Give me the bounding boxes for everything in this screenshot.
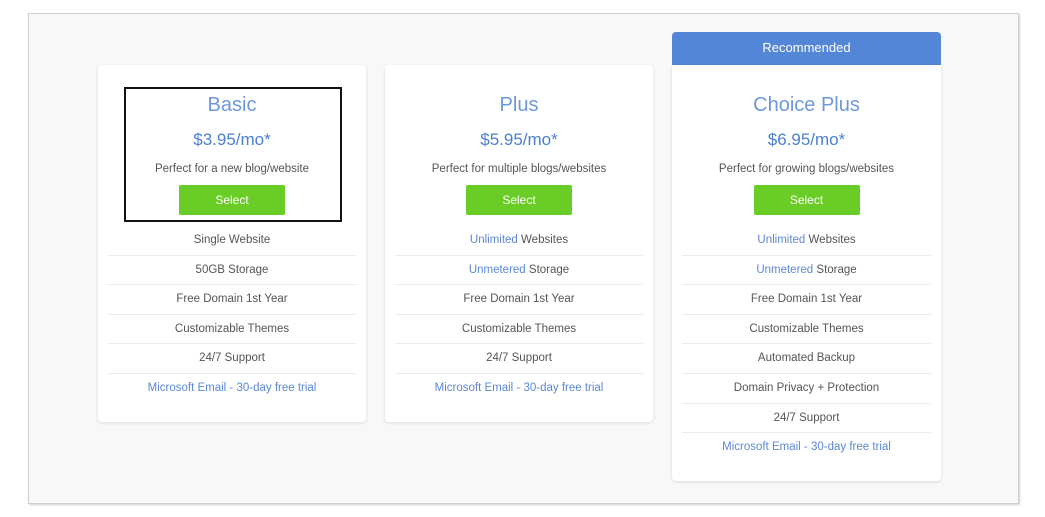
feature-item: Unmetered Storage bbox=[395, 256, 643, 286]
microsoft-email-link[interactable]: Microsoft Email - 30-day free trial bbox=[395, 374, 643, 404]
select-plus-button[interactable]: Select bbox=[466, 185, 572, 215]
feature-highlight: Unlimited bbox=[469, 234, 518, 246]
feature-item: Unlimited Websites bbox=[682, 226, 931, 256]
feature-item: Unlimited Websites bbox=[395, 226, 643, 256]
feature-item: Customizable Themes bbox=[108, 315, 356, 345]
feature-highlight: Unmetered bbox=[756, 263, 814, 276]
feature-item: Domain Privacy + Protection bbox=[682, 374, 931, 404]
feature-list: Single Website 50GB Storage Free Domain … bbox=[108, 226, 356, 404]
feature-item: Customizable Themes bbox=[682, 315, 931, 345]
feature-item: 24/7 Support bbox=[108, 344, 356, 374]
feature-item: Unmetered Storage bbox=[682, 256, 931, 286]
feature-text: Storage bbox=[813, 263, 857, 276]
feature-item: Free Domain 1st Year bbox=[108, 285, 356, 315]
feature-text: Free Domain 1st Year bbox=[750, 293, 863, 306]
feature-item: 24/7 Support bbox=[682, 404, 931, 434]
plan-card-plus: Plus $5.95/mo* Perfect for multiple blog… bbox=[385, 65, 653, 422]
feature-item: Automated Backup bbox=[682, 344, 931, 374]
plan-price: $6.95/mo* bbox=[767, 130, 846, 149]
plan-name: Choice Plus bbox=[753, 94, 860, 116]
feature-item: Single Website bbox=[108, 226, 356, 256]
feature-text: Customizable Themes bbox=[461, 322, 577, 335]
feature-text: Free Domain 1st Year bbox=[176, 293, 288, 306]
feature-list: Unlimited Websites Unmetered Storage Fre… bbox=[395, 226, 643, 404]
feature-list: Unlimited Websites Unmetered Storage Fre… bbox=[682, 226, 931, 463]
feature-highlight: Unmetered bbox=[468, 263, 526, 276]
microsoft-email-link[interactable]: Microsoft Email - 30-day free trial bbox=[682, 433, 931, 463]
feature-item: 50GB Storage bbox=[108, 256, 356, 286]
feature-text: 24/7 Support bbox=[773, 411, 840, 424]
plan-name: Plus bbox=[499, 94, 539, 116]
feature-item: Customizable Themes bbox=[395, 315, 643, 345]
feature-text: 24/7 Support bbox=[199, 352, 265, 365]
feature-text: Domain Privacy + Protection bbox=[733, 381, 880, 394]
feature-text: Single Website bbox=[193, 234, 271, 246]
feature-item: Free Domain 1st Year bbox=[395, 285, 643, 315]
plan-card-choice-plus: Choice Plus $6.95/mo* Perfect for growin… bbox=[672, 65, 941, 481]
plan-description: Perfect for a new blog/website bbox=[154, 163, 310, 175]
select-basic-button[interactable]: Select bbox=[179, 185, 285, 215]
feature-text: Free Domain 1st Year bbox=[463, 293, 575, 306]
plan-card-basic: Basic $3.95/mo* Perfect for a new blog/w… bbox=[98, 65, 366, 422]
feature-text: Websites bbox=[517, 234, 569, 246]
plan-name: Basic bbox=[207, 94, 257, 116]
plan-price: $3.95/mo* bbox=[193, 130, 271, 149]
feature-text: Websites bbox=[805, 234, 856, 246]
feature-text: Customizable Themes bbox=[174, 322, 290, 335]
feature-item: 24/7 Support bbox=[395, 344, 643, 374]
feature-highlight: Unlimited bbox=[757, 234, 806, 246]
microsoft-email-link[interactable]: Microsoft Email - 30-day free trial bbox=[108, 374, 356, 404]
feature-item: Free Domain 1st Year bbox=[682, 285, 931, 315]
plan-price: $5.95/mo* bbox=[480, 130, 558, 149]
recommended-badge: Recommended bbox=[672, 32, 941, 65]
plan-description: Perfect for multiple blogs/websites bbox=[431, 163, 607, 175]
select-choice-plus-button[interactable]: Select bbox=[753, 185, 860, 215]
feature-text: 50GB Storage bbox=[195, 263, 269, 276]
feature-text: Automated Backup bbox=[757, 352, 856, 365]
plan-description: Perfect for growing blogs/websites bbox=[718, 163, 895, 175]
feature-text: 24/7 Support bbox=[486, 352, 552, 365]
feature-text: Customizable Themes bbox=[749, 322, 864, 335]
feature-text: Storage bbox=[525, 263, 570, 276]
